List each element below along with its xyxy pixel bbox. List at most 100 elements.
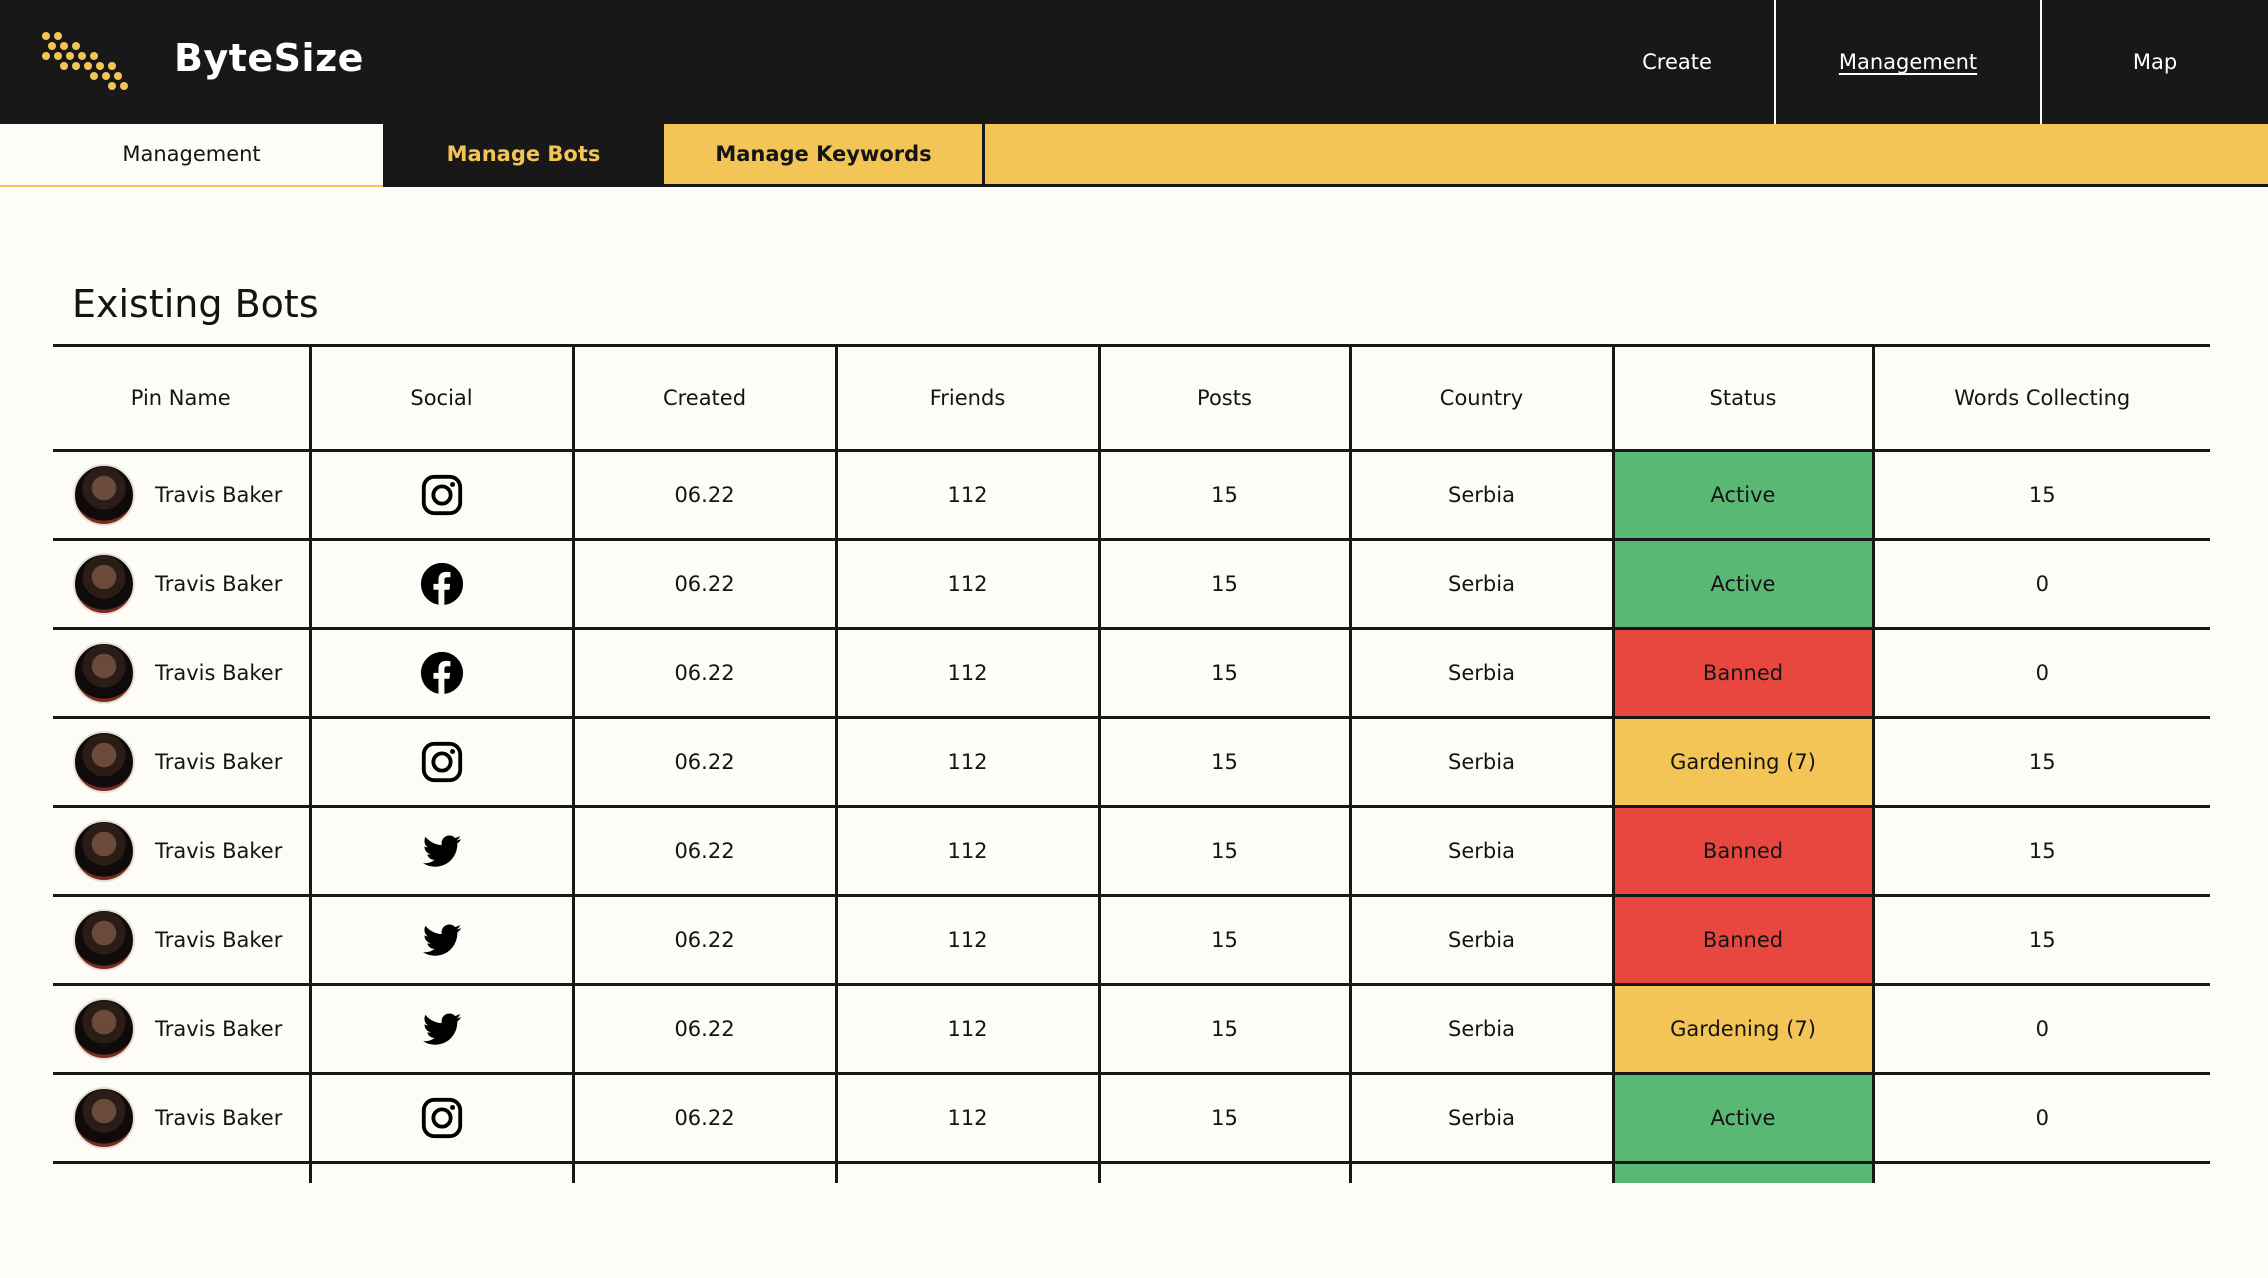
pin-name[interactable]: Travis Baker — [155, 1106, 282, 1130]
pin-name[interactable]: Travis Baker — [155, 1017, 282, 1041]
posts-cell: 15 — [1099, 895, 1352, 986]
instagram-icon[interactable] — [312, 472, 572, 518]
friends-cell — [836, 1162, 1101, 1183]
table-row[interactable]: Travis Baker 06.22 112 15 Serbia Active 15 — [53, 450, 2210, 541]
status-badge[interactable]: Active — [1613, 539, 1875, 630]
column-header-country[interactable]: Country — [1350, 344, 1615, 452]
avatar[interactable] — [73, 998, 135, 1060]
friends-cell: 112 — [836, 806, 1101, 897]
instagram-icon[interactable] — [312, 1095, 572, 1141]
nav-map[interactable]: Map — [2042, 0, 2268, 124]
created-cell: 06.22 — [573, 1073, 838, 1164]
column-header-posts[interactable]: Posts — [1099, 344, 1352, 452]
column-header-status[interactable]: Status — [1613, 344, 1875, 452]
social-cell — [310, 895, 575, 986]
status-badge[interactable]: Active — [1613, 1073, 1875, 1164]
words-collecting-cell — [1873, 1162, 2210, 1183]
nav-create[interactable]: Create — [1580, 0, 1774, 124]
table-row[interactable]: Travis Baker 06.22 112 15 Serbia Banned 15 — [53, 806, 2210, 897]
avatar[interactable] — [73, 909, 135, 971]
twitter-icon[interactable] — [312, 917, 572, 963]
pin-name-cell — [53, 1162, 312, 1183]
country-cell: Serbia — [1350, 450, 1615, 541]
table-row[interactable]: Travis Baker 06.22 112 15 Serbia Gardening (7… — [53, 717, 2210, 808]
status-badge[interactable]: Banned — [1613, 628, 1875, 719]
tab-management[interactable]: Management — [0, 124, 383, 185]
pin-name[interactable]: Travis Baker — [155, 750, 282, 774]
pin-name[interactable]: Travis Baker — [155, 572, 282, 596]
nav-management[interactable]: Management — [1776, 0, 2040, 124]
twitter-icon[interactable] — [312, 828, 572, 874]
created-cell: 06.22 — [573, 806, 838, 897]
status-badge[interactable]: Active — [1613, 450, 1875, 541]
pin-name-cell: Travis Baker — [53, 628, 312, 719]
country-cell: Serbia — [1350, 895, 1615, 986]
status-badge[interactable]: Banned — [1613, 895, 1875, 986]
created-cell: 06.22 — [573, 539, 838, 630]
pin-name[interactable]: Travis Baker — [155, 839, 282, 863]
status-badge[interactable] — [1613, 1162, 1875, 1183]
country-cell: Serbia — [1350, 717, 1615, 808]
country-cell: Serbia — [1350, 806, 1615, 897]
social-cell — [310, 1073, 575, 1164]
words-collecting-cell: 15 — [1873, 717, 2210, 808]
posts-cell: 15 — [1099, 539, 1352, 630]
status-badge[interactable]: Gardening (7) — [1613, 984, 1875, 1075]
status-badge[interactable]: Gardening (7) — [1613, 717, 1875, 808]
social-cell — [310, 450, 575, 541]
facebook-icon[interactable] — [312, 561, 572, 607]
facebook-icon[interactable] — [312, 650, 572, 696]
words-collecting-cell: 0 — [1873, 984, 2210, 1075]
friends-cell: 112 — [836, 717, 1101, 808]
column-header-words-collecting[interactable]: Words Collecting — [1873, 344, 2210, 452]
status-badge[interactable]: Banned — [1613, 806, 1875, 897]
table-row[interactable]: Travis Baker 06.22 112 15 Serbia Gardening (7… — [53, 984, 2210, 1075]
pin-name-cell: Travis Baker — [53, 806, 312, 897]
pin-name[interactable]: Travis Baker — [155, 661, 282, 685]
social-cell — [310, 539, 575, 630]
avatar[interactable] — [73, 464, 135, 526]
tab-divider — [982, 124, 985, 187]
pin-name[interactable]: Travis Baker — [155, 483, 282, 507]
avatar[interactable] — [73, 553, 135, 615]
posts-cell: 15 — [1099, 1073, 1352, 1164]
avatar[interactable] — [73, 820, 135, 882]
created-cell: 06.22 — [573, 450, 838, 541]
column-header-pin-name[interactable]: Pin Name — [53, 344, 312, 452]
created-cell: 06.22 — [573, 895, 838, 986]
friends-cell: 112 — [836, 984, 1101, 1075]
avatar[interactable] — [73, 1087, 135, 1149]
words-collecting-cell: 0 — [1873, 539, 2210, 630]
social-cell — [310, 806, 575, 897]
sub-tab-bar: Management Manage Bots Manage Keywords — [0, 124, 2268, 187]
friends-cell: 112 — [836, 895, 1101, 986]
avatar[interactable] — [73, 731, 135, 793]
country-cell: Serbia — [1350, 984, 1615, 1075]
column-header-friends[interactable]: Friends — [836, 344, 1101, 452]
words-collecting-cell: 15 — [1873, 806, 2210, 897]
bytesize-logo-icon[interactable] — [40, 30, 132, 94]
pin-name-cell: Travis Baker — [53, 1073, 312, 1164]
posts-cell: 15 — [1099, 717, 1352, 808]
social-cell — [310, 717, 575, 808]
tab-manage-bots[interactable]: Manage Bots — [383, 124, 664, 185]
table-row[interactable]: Travis Baker 06.22 112 15 Serbia Banned 15 — [53, 895, 2210, 986]
avatar[interactable] — [73, 642, 135, 704]
country-cell — [1350, 1162, 1615, 1183]
table-row[interactable]: Travis Baker 06.22 112 15 Serbia Active 0 — [53, 1073, 2210, 1164]
instagram-icon[interactable] — [312, 739, 572, 785]
table-row[interactable]: Travis Baker 06.22 112 15 Serbia Banned 0 — [53, 628, 2210, 719]
table-row[interactable] — [53, 1162, 2210, 1183]
twitter-icon[interactable] — [312, 1006, 572, 1052]
table-row[interactable]: Travis Baker 06.22 112 15 Serbia Active 0 — [53, 539, 2210, 630]
pin-name-cell: Travis Baker — [53, 984, 312, 1075]
social-cell — [310, 628, 575, 719]
bots-table-container[interactable]: Pin Name Social Created Friends Posts Co… — [53, 344, 2210, 1183]
pin-name[interactable]: Travis Baker — [155, 928, 282, 952]
top-nav-bar: ByteSize Create Management Map — [0, 0, 2268, 124]
column-header-social[interactable]: Social — [310, 344, 575, 452]
words-collecting-cell: 0 — [1873, 1073, 2210, 1164]
column-header-created[interactable]: Created — [573, 344, 838, 452]
tab-manage-keywords[interactable]: Manage Keywords — [664, 124, 983, 185]
words-collecting-cell: 15 — [1873, 450, 2210, 541]
